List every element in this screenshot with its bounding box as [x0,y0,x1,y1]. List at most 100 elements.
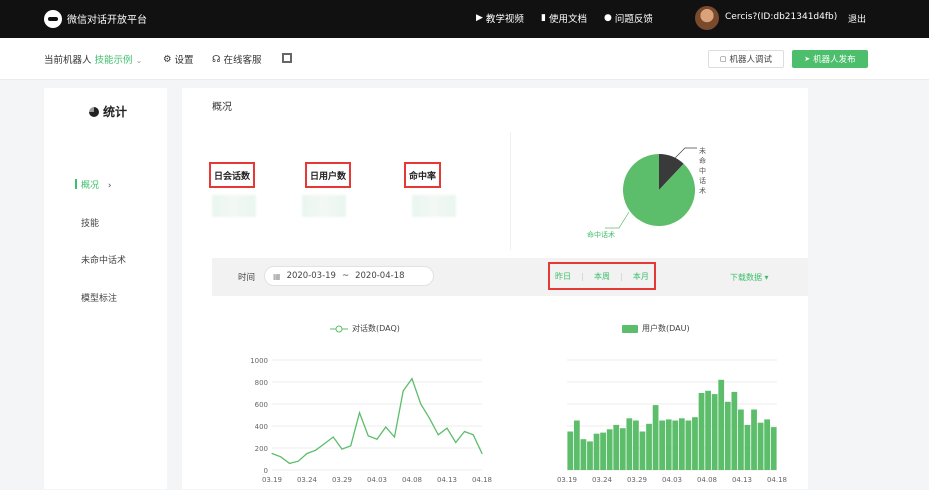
sidebar-item-annotation[interactable]: 模型标注 [81,291,117,304]
x-tick-label: 03.29 [332,476,352,484]
sidebar-item-overview[interactable]: 概况 › [81,178,112,191]
data-point [358,412,361,414]
line-chart: 0 200 400 600 800 1000 03.19 03.24 03.29 04.03 04.… [250,357,492,484]
bar [652,405,659,470]
quick-this-week[interactable]: 本周 [594,271,610,282]
bar [738,409,744,470]
x-tick-label: 04.13 [732,476,752,484]
sidebar-item-label: 模型标注 [81,294,118,304]
logout-link[interactable]: 退出 [848,12,866,25]
legend-label: 对话数(DAQ) [352,324,400,333]
time-label: 时间 [238,273,256,283]
legend-label: 用户数(DAU) [642,324,690,333]
line-chart-legend[interactable]: 对话数(DAQ) [330,323,400,334]
debug-label: 机器人调试 [729,55,773,65]
bar [724,401,731,470]
settings-link[interactable]: ⚙ 设置 [163,52,194,67]
x-tick-label: 04.18 [767,476,787,484]
y-tick-label: 800 [255,379,268,387]
date-separator: ~ [341,271,350,281]
x-tick-label: 03.19 [262,476,282,484]
nav-label: 使用文档 [548,14,587,25]
grid-icon[interactable] [282,53,292,63]
bar [600,432,606,470]
data-point [350,445,352,447]
pie-slice [623,154,695,226]
y-tick-label: 400 [255,423,268,431]
data-point [455,441,457,444]
x-tick-label: 03.24 [297,476,318,484]
debug-button[interactable]: ▢ 机器人调试 [708,50,784,68]
data-point [437,434,439,436]
data-point [420,403,422,405]
quick-yesterday[interactable]: 昨日 [555,271,571,282]
data-point [376,438,378,440]
bar [718,379,725,470]
data-point [385,426,387,428]
chevron-down-icon: ▾ [764,273,769,282]
data-point [481,452,483,455]
data-point [280,456,282,458]
publish-label: 机器人发布 [813,55,856,65]
download-button[interactable]: 下载数据 ▾ [730,272,769,283]
metric-daily-users: 日用户数 [305,162,352,188]
bar [619,428,626,470]
send-icon: ➤ [804,55,811,63]
data-point [463,430,466,433]
divider: | [620,271,623,281]
sub-bar: 当前机器人 技能示例 ⌄ ⚙ 设置 ☊ 在线客服 ▢ 机器人调试 ➤ 机器人发布 [0,38,929,80]
nav-label: 教学视频 [485,14,524,25]
data-point [306,452,308,455]
bar-chart-legend[interactable]: 用户数(DAU) [622,323,690,334]
metric-daily-sessions: 日会话数 [209,162,256,188]
x-tick-label: 04.08 [697,476,717,484]
brand-title[interactable]: 微信对话开放平台 [67,11,147,26]
end-date: 2020-04-18 [355,271,405,281]
avatar[interactable] [695,6,719,30]
blurred-value [412,195,456,217]
main-panel: 概况 日会话数 日用户数 命中率 未命中话术 命中话术 时间 ▦ 2020-03… [182,88,808,489]
data-point [367,435,369,437]
stats-icon [89,106,99,117]
x-tick-label: 04.03 [367,476,387,484]
data-point [341,448,343,450]
sidebar-item-unmatched[interactable]: 未命中话术 [81,253,126,266]
metric-hit-rate: 命中率 [404,162,442,188]
date-range-picker[interactable]: ▦ 2020-03-19 ~ 2020-04-18 [264,266,434,286]
user-id[interactable]: Cercis?(ID:db21341d4fb) [725,12,837,22]
quick-this-month[interactable]: 本月 [633,271,649,282]
pie-chart-panel: 未命中话术 命中话术 [510,132,706,250]
nav-tutorial-video[interactable]: ▶ 教学视频 [476,11,524,25]
download-label: 下载数据 [730,273,762,282]
bar [764,419,771,470]
data-point [446,427,448,429]
bar [731,391,738,470]
publish-button[interactable]: ➤ 机器人发布 [792,50,868,68]
metric-label: 命中率 [409,171,437,182]
active-indicator [75,179,77,189]
bar [633,420,639,470]
support-link[interactable]: ☊ 在线客服 [212,52,261,67]
pie-leader-line [674,147,697,159]
y-tick-label: 1000 [250,357,268,365]
calendar-icon: ▦ [273,271,281,281]
data-point [411,378,413,380]
robot-name: 技能示例 [94,55,133,66]
nav-docs[interactable]: ▮ 使用文档 [541,11,587,25]
data-point [393,436,396,438]
bar [573,420,580,470]
doc-icon: ▮ [541,13,546,23]
start-date: 2020-03-19 [286,271,336,281]
current-robot[interactable]: 当前机器人 技能示例 ⌄ [44,52,142,66]
bar [698,393,705,470]
data-point [323,443,326,445]
bar [580,439,587,470]
sidebar-item-skills[interactable]: 技能 [81,216,99,229]
y-tick-label: 600 [255,401,268,409]
logo-icon[interactable] [44,10,62,28]
bar [757,422,764,470]
bar [705,390,711,470]
bar [692,417,698,470]
nav-feedback[interactable]: ● 问题反馈 [604,11,653,25]
bar [626,418,633,470]
